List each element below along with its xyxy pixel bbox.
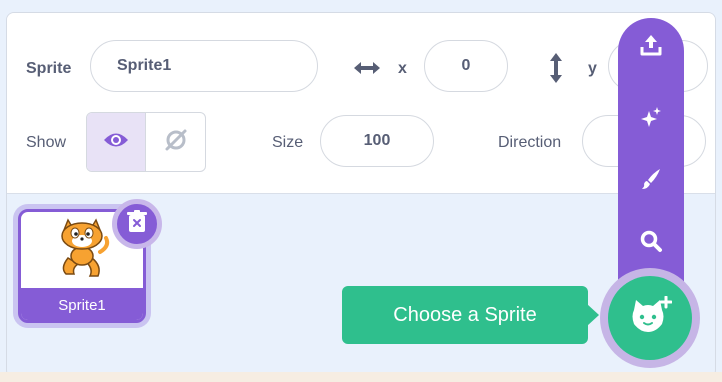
size-value: 100 xyxy=(363,132,391,149)
x-value: 0 xyxy=(461,57,471,74)
direction-label: Direction xyxy=(498,134,562,151)
y-label: y xyxy=(588,60,597,77)
eye-icon xyxy=(103,130,129,155)
sprite-thumbnail-name: Sprite1 xyxy=(21,288,143,320)
choose-sprite-tooltip: Choose a Sprite xyxy=(342,286,599,344)
search-sprite-button[interactable] xyxy=(618,218,684,268)
horizontal-arrows-icon xyxy=(352,58,382,83)
delete-sprite-button[interactable] xyxy=(112,199,162,249)
cat-plus-icon xyxy=(628,295,673,341)
sprite-label: Sprite xyxy=(26,60,72,77)
surprise-sprite-button[interactable] xyxy=(618,94,684,144)
size-label: Size xyxy=(272,134,304,151)
show-visible-button[interactable] xyxy=(87,113,147,171)
bottom-strip xyxy=(0,372,722,382)
x-label: x xyxy=(398,60,407,77)
x-input[interactable]: 0 xyxy=(424,40,508,92)
show-label: Show xyxy=(26,134,67,151)
choose-sprite-button-inner xyxy=(608,276,692,360)
cat-sprite-icon xyxy=(50,216,114,285)
tooltip-arrow xyxy=(587,304,599,326)
sprite-name-value: Sprite1 xyxy=(117,57,172,74)
choose-sprite-button[interactable] xyxy=(600,268,700,368)
sprite-name-input[interactable]: Sprite1 xyxy=(90,40,318,92)
show-hidden-button[interactable] xyxy=(146,113,205,171)
choose-sprite-tooltip-text: Choose a Sprite xyxy=(393,303,537,326)
paint-icon xyxy=(639,167,663,196)
eye-slash-icon xyxy=(163,127,189,158)
search-icon xyxy=(639,229,663,258)
upload-icon xyxy=(639,33,663,62)
vertical-arrows-icon xyxy=(546,52,566,89)
paint-sprite-button[interactable] xyxy=(618,156,684,206)
surprise-icon xyxy=(639,105,663,134)
trash-icon xyxy=(126,209,148,239)
upload-sprite-button[interactable] xyxy=(618,22,684,72)
size-input[interactable]: 100 xyxy=(320,115,434,167)
visibility-toggle xyxy=(86,112,206,172)
